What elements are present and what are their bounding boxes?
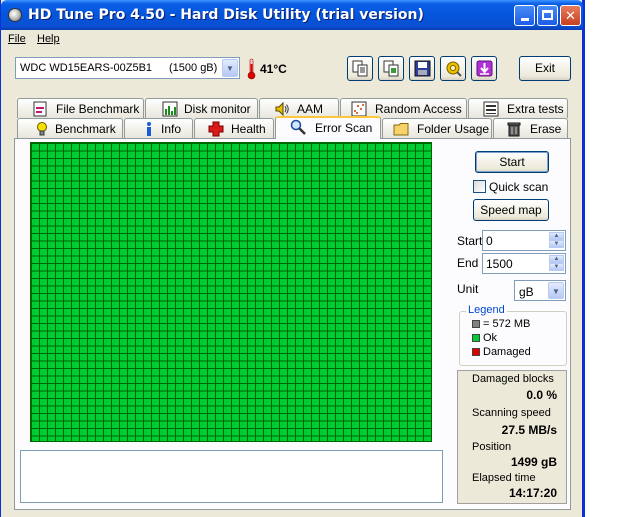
tab-file-benchmark[interactable]: File Benchmark <box>17 98 144 118</box>
block-map <box>30 142 432 442</box>
chevron-down-icon[interactable]: ▼ <box>549 240 564 248</box>
thermometer-icon <box>247 58 256 80</box>
drive-name: WDC WD15EARS-00Z5B1 <box>20 62 153 74</box>
exit-button[interactable]: Exit <box>519 56 571 81</box>
end-field-label: End <box>457 256 479 270</box>
temperature-readout: 41°C <box>260 62 287 76</box>
end-spinner-arrows[interactable]: ▲ ▼ <box>549 255 564 272</box>
unit-value: gB <box>519 285 534 299</box>
folder-icon <box>393 123 409 136</box>
disk-monitor-icon <box>162 101 178 117</box>
drive-select[interactable]: WDC WD15EARS-00Z5B1 (1500 gB) ▼ <box>15 57 240 79</box>
chevron-up-icon[interactable]: ▲ <box>549 255 564 263</box>
copy-text-icon <box>352 60 368 77</box>
tab-health[interactable]: Health <box>194 118 274 138</box>
download-button[interactable] <box>471 56 497 81</box>
end-value: 1500 <box>486 257 513 271</box>
start-spinner-arrows[interactable]: ▲ ▼ <box>549 232 564 249</box>
tab-aam[interactable]: AAM <box>259 98 339 118</box>
download-icon <box>476 60 493 77</box>
damaged-blocks-label: Damaged blocks <box>472 373 554 385</box>
unit-select[interactable]: gB ▼ <box>514 280 566 301</box>
unit-label: Unit <box>457 282 479 296</box>
menu-bar: File Help <box>1 31 583 49</box>
maximize-button[interactable] <box>537 5 558 26</box>
quick-scan-checkbox[interactable] <box>473 180 486 193</box>
extra-tests-icon <box>483 101 499 117</box>
health-cross-icon <box>208 121 224 137</box>
legend-damaged: Damaged <box>483 346 531 358</box>
elapsed-time-value: 14:17:20 <box>508 486 557 500</box>
title-bar[interactable]: HD Tune Pro 4.50 - Hard Disk Utility (tr… <box>1 0 583 30</box>
menu-help[interactable]: Help <box>37 33 60 45</box>
chevron-down-icon[interactable]: ▼ <box>548 282 564 299</box>
options-icon <box>446 61 462 77</box>
elapsed-time-label: Elapsed time <box>472 472 536 484</box>
drive-capacity: (1500 gB) <box>169 62 218 74</box>
legend-swatch-ok <box>472 334 480 342</box>
close-button[interactable]: ✕ <box>560 5 581 26</box>
quick-scan-label[interactable]: Quick scan <box>489 180 548 194</box>
tab-info[interactable]: Info <box>124 118 193 138</box>
speed-map-button[interactable]: Speed map <box>473 199 549 221</box>
scan-log[interactable] <box>20 450 443 503</box>
lightbulb-icon <box>37 122 47 136</box>
legend-swatch-damaged <box>472 348 480 356</box>
tab-benchmark[interactable]: Benchmark <box>17 118 123 138</box>
file-benchmark-icon <box>33 101 47 117</box>
app-window: HD Tune Pro 4.50 - Hard Disk Utility (tr… <box>0 0 585 517</box>
tab-extra-tests[interactable]: Extra tests <box>468 98 568 118</box>
window-title: HD Tune Pro 4.50 - Hard Disk Utility (tr… <box>28 7 424 23</box>
chevron-down-icon[interactable]: ▼ <box>549 263 564 271</box>
tab-random-access[interactable]: Random Access <box>340 98 467 118</box>
start-value: 0 <box>486 234 493 248</box>
random-access-icon <box>351 101 367 117</box>
chevron-down-icon[interactable]: ▼ <box>222 59 238 77</box>
start-scan-button[interactable]: Start <box>475 151 549 173</box>
scanning-speed-label: Scanning speed <box>472 407 551 419</box>
copy-image-icon <box>383 60 399 77</box>
damaged-blocks-value: 0.0 % <box>526 388 557 402</box>
legend-block-size: = 572 MB <box>483 318 531 330</box>
tab-disk-monitor[interactable]: Disk monitor <box>145 98 258 118</box>
chevron-up-icon[interactable]: ▲ <box>549 232 564 240</box>
maximize-icon <box>542 10 553 20</box>
legend-ok: Ok <box>483 332 498 344</box>
position-value: 1499 gB <box>510 455 557 469</box>
tab-erase[interactable]: Erase <box>493 118 568 138</box>
info-icon <box>147 122 151 136</box>
end-spinbox[interactable]: 1500 ▲ ▼ <box>482 253 566 274</box>
trash-icon <box>507 122 521 137</box>
menu-file[interactable]: File <box>8 33 26 45</box>
scanning-speed-value: 27.5 MB/s <box>501 423 557 437</box>
save-button[interactable] <box>409 56 435 81</box>
legend-title: Legend <box>466 304 507 316</box>
position-label: Position <box>472 441 512 453</box>
start-spinbox[interactable]: 0 ▲ ▼ <box>482 230 566 251</box>
copy-image-button[interactable] <box>378 56 404 81</box>
minimize-button[interactable] <box>514 5 535 26</box>
speaker-icon <box>275 101 289 117</box>
legend-swatch-block-size <box>472 320 480 328</box>
tab-error-scan[interactable]: Error Scan <box>275 116 381 139</box>
start-field-label: Start <box>457 234 483 248</box>
options-button[interactable] <box>440 56 466 81</box>
minimize-icon <box>520 18 529 21</box>
save-icon <box>414 60 431 77</box>
close-icon: ✕ <box>565 8 576 23</box>
copy-text-button[interactable] <box>347 56 373 81</box>
magnifier-icon <box>290 119 306 135</box>
tab-folder-usage[interactable]: Folder Usage <box>382 118 492 138</box>
app-icon <box>8 8 22 22</box>
